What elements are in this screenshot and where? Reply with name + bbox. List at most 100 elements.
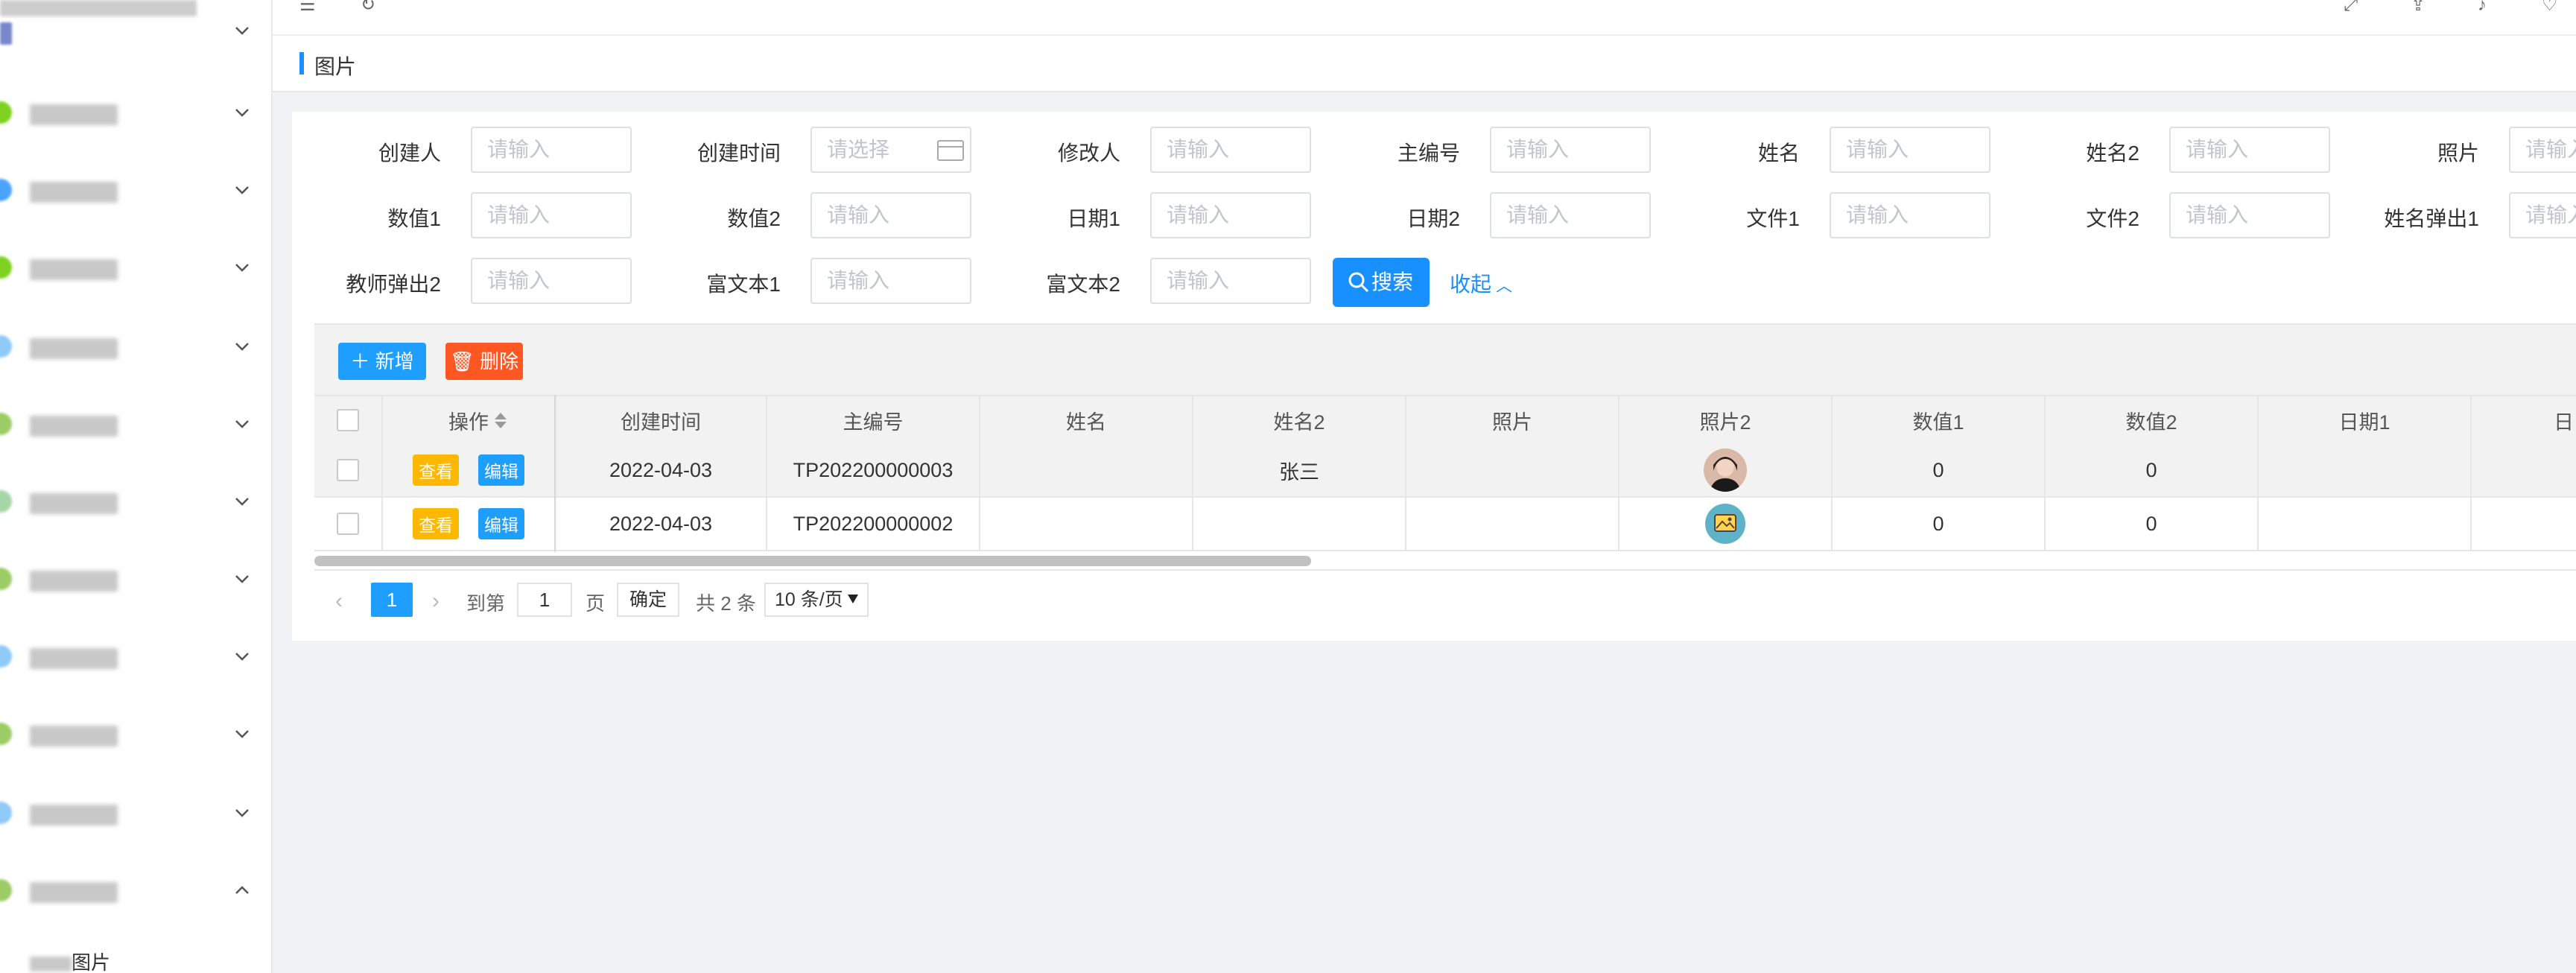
- page-title[interactable]: 图片: [314, 51, 356, 80]
- menu-item-label: [30, 259, 118, 280]
- search-field-input[interactable]: 请输入: [1150, 192, 1311, 238]
- search-field-input[interactable]: 请输入: [1830, 192, 1990, 238]
- column-header-num2: 数值2: [2046, 396, 2259, 444]
- search-field-label: 创建人: [378, 142, 441, 165]
- table-horizontal-scrollbar[interactable]: [314, 554, 2576, 568]
- bell-icon[interactable]: ♪: [2478, 0, 2499, 15]
- image-placeholder-icon[interactable]: [1704, 502, 1747, 545]
- sidebar-menu-item[interactable]: [0, 463, 271, 541]
- upload-icon[interactable]: ⇪: [2411, 0, 2431, 15]
- search-field-input[interactable]: 请输入: [1150, 258, 1311, 304]
- search-field-input[interactable]: 请输入: [2509, 192, 2576, 238]
- edit-button[interactable]: 编辑: [478, 454, 524, 486]
- sidebar-menu-item[interactable]: [0, 696, 271, 773]
- sidebar-menu-item[interactable]: [0, 229, 271, 307]
- search-field-input[interactable]: 请输入: [810, 192, 971, 238]
- menu-item-label: [30, 416, 118, 437]
- search-field-input[interactable]: 请输入: [471, 258, 632, 304]
- view-button[interactable]: 查看: [413, 454, 459, 486]
- chevron-down-icon: [234, 338, 250, 355]
- page-size-select[interactable]: 10 条/页: [764, 583, 869, 617]
- row-checkbox[interactable]: [337, 459, 359, 481]
- search-field-input[interactable]: 请输入: [471, 127, 632, 173]
- column-header-actions[interactable]: 操作: [383, 396, 556, 444]
- search-field-label: 文件1: [1746, 207, 1800, 230]
- date-picker-input[interactable]: 请选择: [810, 127, 971, 173]
- search-field-label: 数值2: [727, 207, 781, 230]
- search-field-input[interactable]: 请输入: [471, 192, 632, 238]
- search-field-input[interactable]: 请输入: [1150, 127, 1311, 173]
- search-field-input[interactable]: 请输入: [810, 258, 971, 304]
- chevron-down-icon: [234, 648, 250, 665]
- search-button[interactable]: 搜索: [1333, 258, 1430, 307]
- cell-date2: [2472, 444, 2572, 496]
- prev-page-icon[interactable]: ‹: [335, 589, 343, 614]
- refresh-icon[interactable]: ↻: [361, 0, 381, 15]
- menu-item-label: [30, 338, 118, 359]
- heart-icon[interactable]: ♡: [2542, 0, 2563, 15]
- row-actions-cell: 查看 编辑: [383, 444, 556, 496]
- search-field-input[interactable]: 请输入: [2169, 127, 2330, 173]
- menu-item-label: [30, 882, 118, 903]
- search-field-label: 文件2: [2086, 207, 2139, 230]
- menu-item-icon: [0, 335, 12, 358]
- search-field-input[interactable]: 请输入: [1830, 127, 1990, 173]
- sort-up-icon[interactable]: [495, 413, 507, 419]
- avatar-thumbnail[interactable]: [1704, 449, 1747, 492]
- row-select-cell: [314, 498, 383, 550]
- menu-item-label: [30, 726, 118, 747]
- menu-item-icon: [0, 22, 12, 45]
- sidebar-menu-item[interactable]: [0, 0, 271, 77]
- column-header-photo2: 照片2: [1619, 396, 1833, 444]
- scrollbar-thumb[interactable]: [314, 556, 1311, 566]
- sidebar-menu-item[interactable]: [0, 618, 271, 696]
- row-checkbox[interactable]: [337, 513, 359, 535]
- page-1-button[interactable]: 1: [371, 583, 413, 617]
- column-header-num1: 数值1: [1833, 396, 2046, 444]
- sidebar-menu-item[interactable]: [0, 386, 271, 463]
- search-field-input[interactable]: 请输入: [1490, 127, 1651, 173]
- sidebar: 图片: [0, 0, 273, 973]
- sidebar-menu-item[interactable]: [0, 152, 271, 229]
- sort-down-icon[interactable]: [495, 422, 507, 428]
- menu-item-icon: [0, 179, 12, 201]
- column-header-date2: 日: [2554, 411, 2572, 434]
- delete-button[interactable]: 🗑 删除: [445, 343, 523, 380]
- table-toolbar: ＋ 新增 🗑 删除: [314, 323, 2576, 396]
- sidebar-menu-item[interactable]: [0, 541, 271, 618]
- goto-confirm-button[interactable]: 确定: [617, 583, 679, 617]
- search-field-label: 日期1: [1067, 207, 1120, 230]
- menu-item-icon: [0, 490, 12, 513]
- add-button[interactable]: ＋ 新增: [338, 343, 426, 380]
- table-row[interactable]: 查看 编辑 2022-04-03 TP202200000003 张三 0 0: [314, 444, 2576, 498]
- sidebar-menu-item[interactable]: [0, 775, 271, 852]
- sidebar-menu-item[interactable]: [0, 308, 271, 386]
- search-field-input[interactable]: 请输入: [2169, 192, 2330, 238]
- cell-name: [980, 498, 1193, 550]
- sidebar-menu-item[interactable]: [0, 75, 271, 152]
- next-page-icon[interactable]: ›: [432, 589, 440, 614]
- select-all-checkbox[interactable]: [337, 409, 359, 431]
- menu-item-icon: [0, 723, 12, 745]
- cell-name2: 张三: [1193, 444, 1406, 496]
- fixed-column-shadow: [554, 395, 557, 553]
- cell-date1: [2259, 444, 2472, 496]
- fullscreen-icon[interactable]: ⤢: [2344, 0, 2364, 15]
- menu-item-label: [30, 805, 118, 825]
- collapse-link[interactable]: 收起 ︿: [1450, 268, 1512, 298]
- menu-fold-icon[interactable]: ☰: [299, 0, 320, 15]
- column-header-code: 主编号: [767, 396, 980, 444]
- search-field-label: 姓名2: [2086, 142, 2139, 165]
- cell-created: 2022-04-03: [556, 444, 767, 496]
- chevron-down-icon: [234, 182, 250, 198]
- chevron-down-icon: [234, 259, 250, 276]
- pagination: ‹ 1 › 到第 1 页 确定 共 2 条 10 条/页: [314, 569, 2576, 627]
- search-field-input[interactable]: 请输入: [1490, 192, 1651, 238]
- edit-button[interactable]: 编辑: [478, 508, 524, 539]
- view-button[interactable]: 查看: [413, 508, 459, 539]
- table-row[interactable]: 查看 编辑 2022-04-03 TP202200000002 0 0: [314, 498, 2576, 551]
- goto-page-input[interactable]: 1: [517, 583, 572, 617]
- search-field-input[interactable]: 请输入: [2509, 127, 2576, 173]
- sidebar-menu-item[interactable]: [0, 852, 271, 930]
- sidebar-subitem-images[interactable]: 图片: [30, 948, 110, 973]
